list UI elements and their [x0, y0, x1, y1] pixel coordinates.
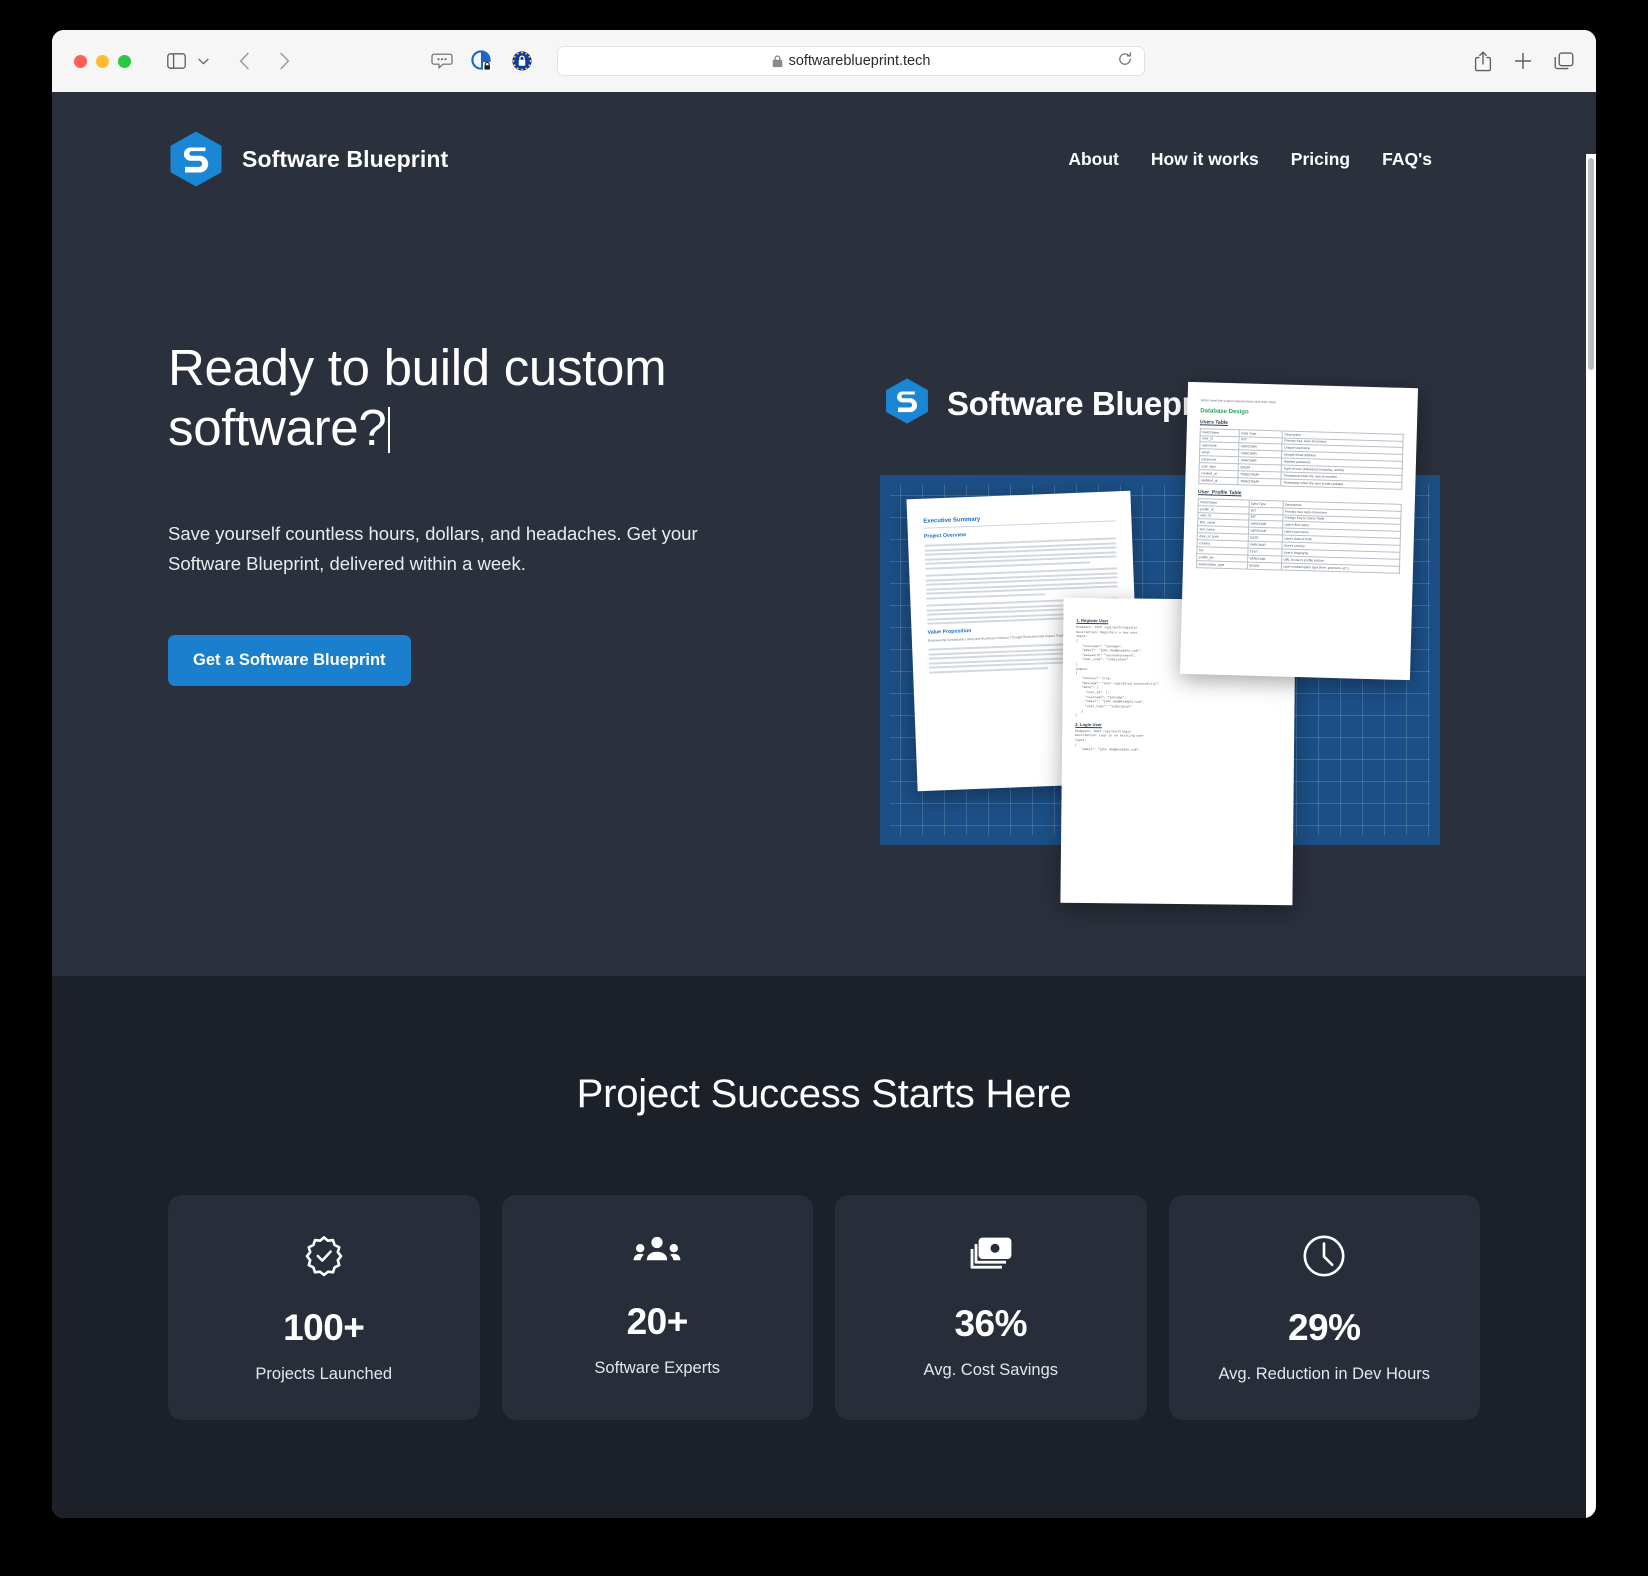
maximize-window-button[interactable]: [118, 54, 131, 68]
stat-card-projects-launched: 100+ Projects Launched: [168, 1195, 480, 1420]
navigation-arrows: [227, 46, 301, 76]
cell: ENUM: [1247, 561, 1282, 570]
address-bar-content: softwareblueprint.tech: [772, 53, 931, 69]
nav-link-about[interactable]: About: [1068, 149, 1119, 170]
document-database-design: better meet the project requirements and…: [1179, 381, 1419, 681]
cell: TIMESTAMP: [1237, 477, 1282, 486]
tab-overview-icon[interactable]: [1554, 51, 1574, 71]
stat-label: Avg. Cost Savings: [923, 1361, 1058, 1379]
stat-card-dev-hours: 29% Avg. Reduction in Dev Hours: [1168, 1195, 1480, 1420]
lock-icon: [772, 54, 783, 68]
sidebar-controls: [159, 46, 213, 76]
get-a-software-blueprint-button[interactable]: Get a Software Blueprint: [168, 635, 411, 687]
doc-api-code-block: { "email": "john.doe@example.com",: [1075, 742, 1141, 752]
web-page-content: Software Blueprint About How it works Pr…: [52, 92, 1596, 1518]
stat-card-cost-savings: 36% Avg. Cost Savings: [835, 1195, 1147, 1420]
chevron-down-icon[interactable]: [193, 58, 213, 65]
url-text: softwareblueprint.tech: [788, 53, 931, 69]
stats-grid: 100+ Projects Launched 20+ Software Expe…: [168, 1195, 1480, 1420]
reload-icon[interactable]: [1118, 52, 1132, 70]
stat-label: Projects Launched: [255, 1365, 393, 1383]
eu-cookie-extension-icon[interactable]: [509, 48, 535, 74]
profile-table-body: Field Name Data Type Description profile…: [1196, 498, 1402, 573]
hero-artwork: Software Blueprint Executive Summary Pro…: [872, 377, 1492, 937]
nav-link-how-it-works[interactable]: How it works: [1151, 149, 1259, 170]
cash-banknotes-icon: [845, 1233, 1137, 1275]
address-bar[interactable]: softwareblueprint.tech: [557, 46, 1145, 76]
badge-check-icon: [178, 1233, 470, 1279]
software-blueprint-hexagon-logo: [168, 130, 224, 188]
doc-exec-heading: Executive Summary: [923, 516, 981, 525]
doc-api-section-2: 2. Login User: [1075, 721, 1102, 728]
primary-navigation: About How it works Pricing FAQ's: [1068, 149, 1538, 170]
stat-label: Avg. Reduction in Dev Hours: [1218, 1365, 1431, 1383]
stat-value: 29%: [1287, 1307, 1361, 1348]
doc-db-heading: Database Design: [1200, 407, 1249, 416]
doc-paragraph: [925, 567, 1119, 600]
site-header: Software Blueprint About How it works Pr…: [52, 92, 1596, 188]
extension-icons: [429, 48, 535, 74]
stats-section: Project Success Starts Here 100+ Project…: [52, 976, 1596, 1518]
nav-link-faqs[interactable]: FAQ's: [1382, 149, 1432, 170]
stats-title: Project Success Starts Here: [576, 1072, 1072, 1116]
stat-value: 36%: [954, 1303, 1028, 1344]
share-icon[interactable]: [1474, 51, 1492, 72]
privacy-shield-extension-icon[interactable]: [469, 48, 495, 74]
sidebar-toggle-icon[interactable]: [159, 46, 193, 76]
back-arrow-icon[interactable]: [227, 46, 261, 76]
speech-bubble-extension-icon[interactable]: [429, 48, 455, 74]
stat-card-software-experts: 20+ Software Experts: [501, 1195, 813, 1420]
hero-copy: Ready to build custom software? Save you…: [168, 338, 808, 687]
doc-db-users-table: Field Name Data Type Description user_id…: [1198, 428, 1404, 490]
forward-arrow-icon[interactable]: [267, 46, 301, 76]
typing-caret: [388, 406, 391, 453]
hero-section: Software Blueprint About How it works Pr…: [52, 92, 1596, 976]
hero-title: Ready to build custom software?: [168, 338, 808, 457]
window-controls: [74, 54, 131, 68]
minimize-window-button[interactable]: [96, 54, 109, 68]
doc-paragraph: [924, 537, 1117, 570]
artwork-hexagon-logo-icon: [884, 377, 930, 430]
doc-api-code-block: { "success": true, "message": "User regi…: [1075, 671, 1160, 718]
page-scrollbar-thumb[interactable]: [1588, 158, 1594, 370]
hero-subtitle: Save yourself countless hours, dollars, …: [168, 523, 698, 575]
toolbar-right-actions: [1474, 51, 1574, 72]
cell: subscription_type: [1196, 560, 1248, 569]
cell: updated_at: [1198, 476, 1239, 485]
doc-db-profile-table: Field Name Data Type Description profile…: [1196, 498, 1402, 574]
stat-value: 20+: [626, 1301, 689, 1342]
stat-value: 100+: [283, 1307, 365, 1348]
browser-toolbar: softwareblueprint.tech: [52, 30, 1596, 92]
hero-title-text: Ready to build custom software?: [168, 339, 667, 456]
users-group-icon: [512, 1233, 804, 1273]
close-window-button[interactable]: [74, 54, 87, 68]
clock-icon: [1179, 1233, 1471, 1279]
brand-name: Software Blueprint: [242, 145, 449, 172]
plus-icon[interactable]: [1514, 52, 1532, 70]
brand[interactable]: Software Blueprint: [168, 130, 448, 188]
users-table-body: Field Name Data Type Description user_id…: [1198, 428, 1404, 490]
browser-window: softwareblueprint.tech Software Blueprin…: [52, 30, 1596, 1518]
stat-label: Software Experts: [594, 1359, 721, 1377]
doc-db-intro: better meet the project requirements and…: [1200, 398, 1277, 405]
nav-link-pricing[interactable]: Pricing: [1291, 149, 1350, 170]
